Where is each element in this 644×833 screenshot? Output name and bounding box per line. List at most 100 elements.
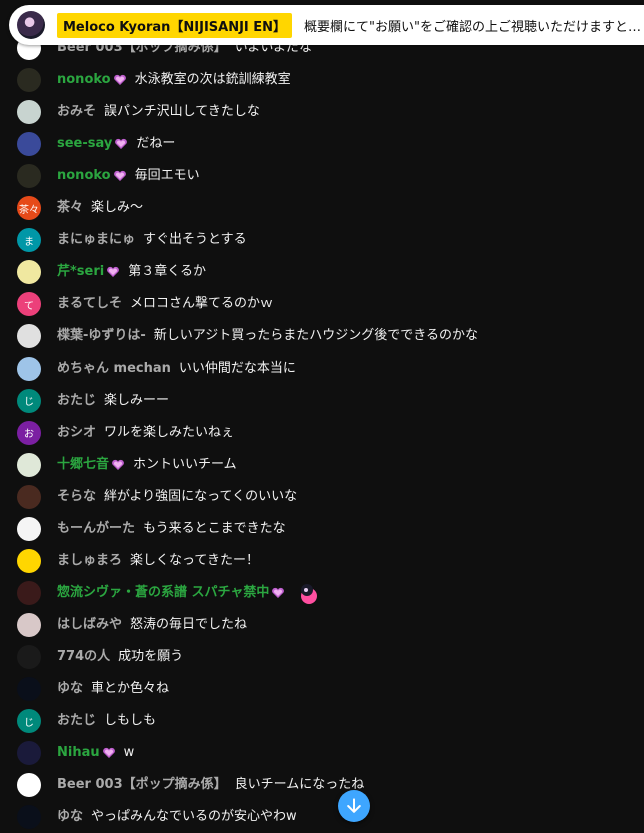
- chat-message-row[interactable]: 774の人 成功を願う: [0, 641, 644, 673]
- chat-message-text: 良いチームになったね: [234, 777, 365, 793]
- chat-message-content: nonoko 毎回エモい: [57, 168, 200, 184]
- chat-author-name[interactable]: 茶々: [57, 200, 83, 216]
- chat-message-text: 新しいアジト買ったらまたハウジング後でできるのかな: [153, 328, 479, 344]
- chat-author-name[interactable]: 楪葉-ゆずりは-: [57, 328, 146, 344]
- chat-author-name[interactable]: ましゅまろ: [57, 553, 122, 569]
- chat-message-text: だねー: [136, 136, 176, 152]
- chat-author-name[interactable]: めちゃん mechan: [57, 361, 171, 377]
- arrow-down-icon: [347, 798, 361, 813]
- chat-author-name[interactable]: おみそ: [57, 104, 96, 120]
- chat-author-name[interactable]: はしばみや: [57, 617, 122, 633]
- nihau-avatar-icon[interactable]: [17, 741, 41, 766]
- chat-author-name[interactable]: nonoko: [57, 72, 111, 88]
- chat-author-name[interactable]: ゆな: [57, 809, 83, 825]
- member-badge-icon: [113, 170, 127, 182]
- chat-message-content: nonoko 水泳教室の次は銃訓練教室: [57, 72, 291, 88]
- member-badge-icon: [111, 459, 125, 471]
- chat-author-name[interactable]: おシオ: [57, 425, 96, 441]
- chat-message-row[interactable]: 十郷七音 ホントいいチーム: [0, 449, 644, 481]
- chat-author-name[interactable]: そらな: [57, 489, 96, 505]
- chat-message-row[interactable]: じおたじ 楽しみーー: [0, 385, 644, 417]
- chat-message-content: ゆな やっぱみんなでいるのが安心やわw: [57, 809, 297, 825]
- chat-message-text: w: [123, 745, 135, 761]
- chat-author-name[interactable]: ゆな: [57, 681, 83, 697]
- chat-message-content: はしばみや 怒涛の毎日でしたね: [57, 617, 247, 633]
- nonoko-avatar-icon[interactable]: [17, 68, 41, 93]
- chat-author-name[interactable]: もーんがーた: [57, 521, 135, 537]
- chat-message-row[interactable]: てまるてしそ メロコさん撃てるのかｗ: [0, 288, 644, 320]
- seri-avatar-icon[interactable]: [17, 260, 41, 285]
- chacha-avatar-icon[interactable]: 茶々: [17, 196, 41, 221]
- mongata-avatar-icon[interactable]: [17, 516, 41, 541]
- chat-message-row[interactable]: もーんがーた もう来るとこまできたな: [0, 513, 644, 545]
- chat-message-row[interactable]: nonoko 水泳教室の次は銃訓練教室: [0, 64, 644, 96]
- marutesiso-avatar-icon[interactable]: て: [17, 292, 41, 317]
- see-say-avatar-icon[interactable]: [17, 132, 41, 157]
- yuna-avatar-icon[interactable]: [17, 677, 41, 701]
- chat-message-text: メロコさん撃てるのかｗ: [130, 296, 274, 312]
- chat-message-content: Beer 003【ポップ摘み係】 良いチームになったね: [57, 777, 364, 793]
- chat-message-row[interactable]: ましゅまろ 楽しくなってきたー！: [0, 545, 644, 577]
- chat-author-name[interactable]: 十郷七音: [57, 457, 109, 473]
- chat-message-row[interactable]: おみそ 誤パンチ沢山してきたしな: [0, 96, 644, 128]
- chat-author-name[interactable]: おたじ: [57, 713, 96, 729]
- chat-author-name[interactable]: まるてしそ: [57, 296, 122, 312]
- chat-author-name[interactable]: まにゅまにゅ: [57, 232, 135, 248]
- chat-message-row[interactable]: はしばみや 怒涛の毎日でしたね: [0, 609, 644, 641]
- hashibamiya-avatar-icon[interactable]: [17, 612, 41, 637]
- yuzuriha-avatar-icon[interactable]: [17, 324, 41, 349]
- chat-message-text: もう来るとこまできたな: [143, 520, 286, 536]
- scroll-to-bottom-button[interactable]: [338, 790, 370, 822]
- chat-author-name[interactable]: nonoko: [57, 168, 111, 184]
- chat-message-content: Nihau w: [57, 745, 134, 761]
- chat-message-content: もーんがーた もう来るとこまできたな: [57, 521, 286, 537]
- otaji-avatar-icon[interactable]: じ: [17, 709, 41, 734]
- chat-message-content: おたじ しもしも: [57, 713, 156, 729]
- manyu-avatar-icon[interactable]: ま: [17, 228, 41, 253]
- chat-message-row[interactable]: Nihau w: [0, 737, 644, 769]
- chat-message-row[interactable]: see-say だねー: [0, 128, 644, 160]
- chat-author-name[interactable]: 芹*seri: [57, 264, 104, 280]
- chat-message-row[interactable]: めちゃん mechan いい仲間だな本当に: [0, 353, 644, 385]
- chat-message-row[interactable]: じおたじ しもしも: [0, 705, 644, 737]
- chat-message-row[interactable]: nonoko 毎回エモい: [0, 160, 644, 192]
- chat-message-row[interactable]: ゆな 車とか色々ね: [0, 673, 644, 705]
- nonoko-avatar-icon[interactable]: [17, 164, 41, 189]
- chat-author-name[interactable]: Beer 003【ポップ摘み係】: [57, 777, 227, 793]
- chat-message-text: 誤パンチ沢山してきたしな: [104, 104, 260, 120]
- chat-message-row[interactable]: 茶々 茶々 楽しみ〜: [0, 192, 644, 224]
- live-chat-list: Beer 003【ポップ摘み係】 いよいよだな nonoko 水泳教室の次は銃訓練教室…: [0, 0, 644, 830]
- chat-message-row[interactable]: 芹*seri 第３章くるか: [0, 256, 644, 288]
- chat-author-name[interactable]: 774の人: [57, 649, 110, 665]
- chat-message-row[interactable]: Beer 003【ポップ摘み係】 良いチームになったね: [0, 769, 644, 801]
- chat-message-content: めちゃん mechan いい仲間だな本当に: [57, 361, 296, 377]
- chat-message-row[interactable]: ゆな やっぱみんなでいるのが安心やわw: [0, 801, 644, 833]
- member-badge-icon: [114, 138, 128, 150]
- mechan-avatar-icon[interactable]: [17, 356, 41, 381]
- chat-message-content: ゆな 車とか色々ね: [57, 681, 169, 697]
- oshio-avatar-icon[interactable]: お: [17, 420, 41, 445]
- chat-message-text: ワルを楽しみたいねぇ: [104, 424, 235, 440]
- shiva-avatar-icon[interactable]: [17, 580, 41, 605]
- chat-author-name[interactable]: 惣流シヴァ・蒼の系譜 スパチャ禁中: [57, 585, 269, 601]
- chat-message-content: 茶々 楽しみ〜: [57, 200, 143, 216]
- chat-author-name[interactable]: see-say: [57, 136, 112, 152]
- 774-avatar-icon[interactable]: [17, 644, 41, 669]
- chat-message-content: 774の人 成功を願う: [57, 649, 183, 665]
- nanane-avatar-icon[interactable]: [17, 452, 41, 477]
- chat-author-name[interactable]: Nihau: [57, 745, 100, 761]
- chat-message-content: 惣流シヴァ・蒼の系譜 スパチャ禁中: [57, 581, 321, 605]
- omiso-avatar-icon[interactable]: [17, 100, 41, 125]
- pinned-message-banner[interactable]: Meloco Kyoran【NIJISANJI EN】 概要欄にて"お願い"をご…: [9, 5, 644, 45]
- mashumaro-avatar-icon[interactable]: [17, 548, 41, 573]
- chat-message-row[interactable]: おおシオ ワルを楽しみたいねぇ: [0, 417, 644, 449]
- otaji-avatar-icon[interactable]: じ: [17, 388, 41, 413]
- chat-message-row[interactable]: そらな 絆がより強固になってくのいいな: [0, 481, 644, 513]
- chat-message-row[interactable]: 惣流シヴァ・蒼の系譜 スパチャ禁中: [0, 577, 644, 609]
- beer-avatar-icon[interactable]: [17, 773, 41, 798]
- chat-author-name[interactable]: おたじ: [57, 393, 96, 409]
- chat-message-row[interactable]: 楪葉-ゆずりは- 新しいアジト買ったらまたハウジング後でできるのかな: [0, 320, 644, 352]
- chat-message-text: 水泳教室の次は銃訓練教室: [134, 72, 291, 88]
- chat-message-row[interactable]: ままにゅまにゅ すぐ出そうとする: [0, 224, 644, 256]
- sorana-avatar-icon[interactable]: [17, 484, 41, 509]
